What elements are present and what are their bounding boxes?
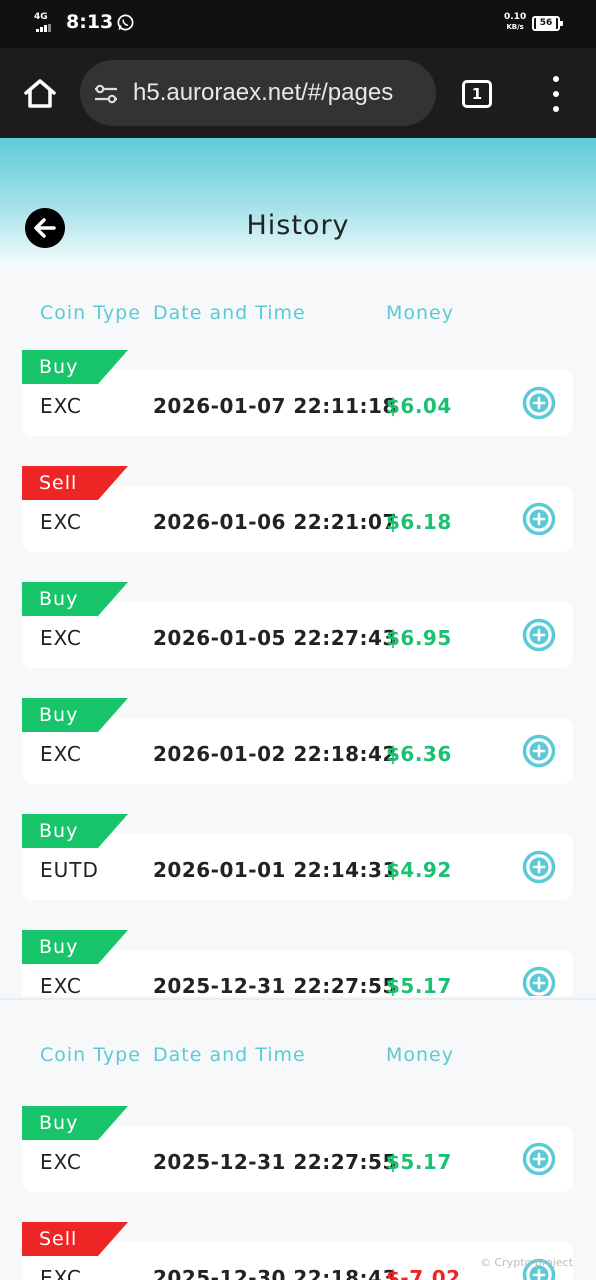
battery-icon: 56	[532, 16, 563, 31]
speed-unit: KB/s	[506, 23, 524, 31]
trade-amount: $5.17	[386, 1150, 452, 1174]
coin-type: EXC	[40, 1266, 82, 1280]
expand-plus-icon[interactable]	[522, 386, 556, 420]
column-date-time: Date and Time	[153, 302, 306, 324]
trade-type-label: Buy	[39, 936, 79, 958]
trade-type-label: Buy	[39, 820, 79, 842]
column-money: Money	[386, 1044, 454, 1066]
list-item: Buy EXC 2026-01-05 22:27:43 $6.95	[22, 582, 573, 674]
expand-plus-icon[interactable]	[522, 1142, 556, 1176]
column-coin-type: Coin Type	[40, 1044, 141, 1066]
browser-toolbar: h5.auroraex.net/#/pages 1	[0, 48, 596, 138]
trade-amount: $6.36	[386, 742, 452, 766]
page-header: History	[0, 138, 596, 266]
trade-amount: $6.95	[386, 626, 452, 650]
trade-type-label: Buy	[39, 356, 79, 378]
trade-amount: $4.92	[386, 858, 452, 882]
trade-type-badge: Sell	[22, 1222, 128, 1256]
column-money: Money	[386, 302, 454, 324]
list-item: Sell EXC 2026-01-06 22:21:07 $6.18	[22, 466, 573, 558]
status-bar: 4G 8:13 0.10 KB/s 56	[0, 0, 596, 48]
network-type: 4G	[34, 12, 48, 22]
trade-type-badge: Buy	[22, 582, 128, 616]
trade-datetime: 2025-12-30 22:18:43	[153, 1266, 397, 1280]
trade-datetime: 2025-12-31 22:27:55	[153, 974, 397, 996]
trade-type-label: Sell	[39, 1228, 78, 1250]
history-list: Coin Type Date and Time Money Buy EXC 2026…	[0, 266, 596, 996]
site-settings-icon[interactable]	[92, 80, 120, 108]
expand-plus-icon[interactable]	[522, 734, 556, 768]
signal-icon	[36, 24, 51, 32]
trade-type-badge: Buy	[22, 350, 128, 384]
list-item: Buy EXC 2025-12-31 22:27:55 $5.17	[22, 930, 573, 996]
more-menu-icon[interactable]	[546, 76, 566, 112]
trade-datetime: 2026-01-02 22:18:42	[153, 742, 397, 766]
speed-value: 0.10	[504, 12, 527, 22]
trade-datetime: 2026-01-07 22:11:18	[153, 394, 397, 418]
trade-amount: $6.18	[386, 510, 452, 534]
trade-type-label: Buy	[39, 704, 79, 726]
coin-type: EXC	[40, 1150, 82, 1174]
trade-type-badge: Sell	[22, 466, 128, 500]
expand-plus-icon[interactable]	[522, 966, 556, 996]
trade-type-label: Buy	[39, 588, 79, 610]
whatsapp-icon	[117, 14, 134, 31]
watermark: © Crypto project	[480, 1256, 573, 1269]
coin-type: EXC	[40, 626, 82, 650]
trade-type-label: Sell	[39, 472, 78, 494]
trade-amount: $5.17	[386, 974, 452, 996]
expand-plus-icon[interactable]	[522, 850, 556, 884]
column-coin-type: Coin Type	[40, 302, 141, 324]
trade-type-label: Buy	[39, 1112, 79, 1134]
list-item: Buy EXC 2026-01-07 22:11:18 $6.04	[22, 350, 573, 442]
coin-type: EUTD	[40, 858, 99, 882]
trade-datetime: 2026-01-01 22:14:31	[153, 858, 397, 882]
expand-plus-icon[interactable]	[522, 618, 556, 652]
column-headers: Coin Type Date and Time Money	[0, 1044, 596, 1074]
coin-type: EXC	[40, 974, 82, 996]
url-text: h5.auroraex.net/#/pages	[133, 79, 394, 106]
column-date-time: Date and Time	[153, 1044, 306, 1066]
history-list-duplicate: Coin Type Date and Time Money Buy EXC 2025…	[0, 998, 596, 1280]
clock: 8:13	[66, 11, 114, 33]
tab-switcher-button[interactable]: 1	[462, 80, 492, 108]
trade-amount: $6.04	[386, 394, 452, 418]
trade-datetime: 2026-01-05 22:27:43	[153, 626, 397, 650]
column-headers: Coin Type Date and Time Money	[0, 302, 596, 332]
address-bar[interactable]: h5.auroraex.net/#/pages	[80, 60, 436, 126]
trade-type-badge: Buy	[22, 930, 128, 964]
coin-type: EXC	[40, 742, 82, 766]
trade-datetime: 2026-01-06 22:21:07	[153, 510, 397, 534]
list-item: Buy EXC 2026-01-02 22:18:42 $6.36	[22, 698, 573, 790]
trade-type-badge: Buy	[22, 1106, 128, 1140]
expand-plus-icon[interactable]	[522, 502, 556, 536]
trade-type-badge: Buy	[22, 698, 128, 732]
trade-amount: $-7.02	[386, 1266, 461, 1280]
trade-type-badge: Buy	[22, 814, 128, 848]
coin-type: EXC	[40, 394, 82, 418]
network-speed: 0.10 KB/s	[504, 12, 526, 32]
list-item: Sell EXC 2025-12-30 22:18:43 $-7.02	[22, 1222, 573, 1280]
list-item: Buy EUTD 2026-01-01 22:14:31 $4.92	[22, 814, 573, 906]
battery-level: 56	[536, 18, 556, 29]
trade-datetime: 2025-12-31 22:27:55	[153, 1150, 397, 1174]
coin-type: EXC	[40, 510, 82, 534]
page-title: History	[246, 210, 350, 241]
list-item: Buy EXC 2025-12-31 22:27:55 $5.17	[22, 1106, 573, 1198]
home-icon[interactable]	[20, 74, 60, 114]
